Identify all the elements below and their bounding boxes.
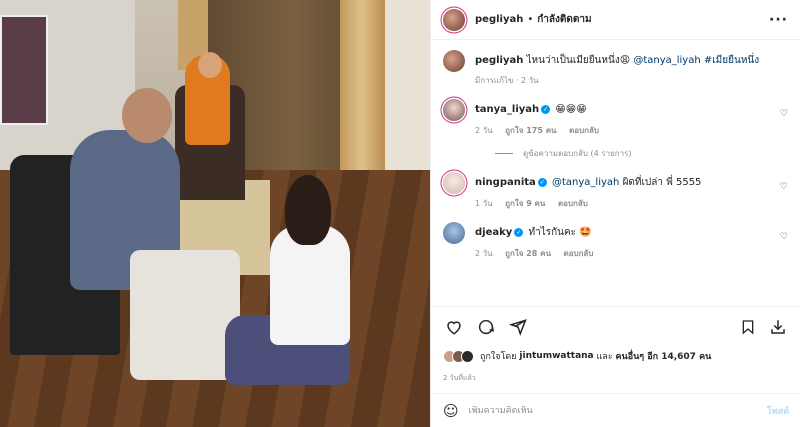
comment-likes[interactable]: ถูกใจ 175 คน: [505, 126, 556, 135]
likes-others[interactable]: คนอื่นๆ อีก 14,607 คน: [616, 349, 712, 363]
comment-item: djeaky ✓ ทำไรกันคะ 🤩 2 วัน ถูกใจ 28 คน ตอ…: [443, 222, 788, 260]
avatar: [461, 349, 474, 363]
verified-badge-icon: ✓: [514, 227, 524, 237]
comment-meta: 2 วัน ถูกใจ 175 คน ตอบกลับ: [475, 124, 788, 137]
likes-user[interactable]: jintumwattana: [519, 351, 593, 361]
likes-prefix: ถูกใจโดย: [480, 352, 517, 362]
post-photo[interactable]: [0, 0, 430, 427]
action-icons-right: [729, 316, 789, 338]
caption-mention[interactable]: @tanya_liyah: [633, 55, 700, 66]
liker-avatars[interactable]: [443, 349, 474, 363]
save-bookmark-icon[interactable]: [737, 316, 759, 338]
like-heart-icon[interactable]: [443, 316, 465, 338]
caption-hashtag[interactable]: #เมียยืนหนึ่ง: [704, 55, 759, 66]
view-replies-label[interactable]: ดูข้อความตอบกลับ (4 รายการ): [523, 147, 632, 160]
caption-text: ไหนว่าเป็นเมียยืนหนึ่ง😩: [526, 55, 631, 66]
comment-username[interactable]: tanya_liyah: [475, 104, 539, 115]
comment-like-heart-icon[interactable]: ♡: [780, 182, 788, 192]
post-comment-button[interactable]: โพสต์: [767, 404, 789, 418]
view-replies-button[interactable]: ดูข้อความตอบกลับ (4 รายการ): [495, 147, 788, 160]
likes-and: และ: [596, 352, 613, 362]
comment-time[interactable]: 2 วัน: [475, 249, 493, 258]
post-side-panel: pegliyah • กำลังติดตาม ··· pegliyah ไหนว…: [430, 0, 800, 427]
comment-avatar[interactable]: [443, 172, 465, 194]
add-comment-bar: ☺ โพสต์: [431, 393, 800, 427]
avatar[interactable]: [443, 8, 465, 31]
replies-divider: [495, 153, 513, 154]
photo-woman-head: [285, 175, 331, 245]
photo-monk-head: [198, 52, 222, 78]
caption-meta: มีการแก้ไข · 2 วัน: [475, 74, 759, 87]
comment-item: tanya_liyah ✓ 😁😁😁 2 วัน ถูกใจ 175 คน ตอบก…: [443, 99, 788, 137]
photo-wall-right: [385, 0, 430, 190]
comments-list: pegliyah ไหนว่าเป็นเมียยืนหนึ่ง😩 @tanya_…: [431, 40, 800, 260]
comment-time[interactable]: 1 วัน: [475, 199, 493, 208]
comment-like-heart-icon[interactable]: ♡: [780, 232, 788, 242]
comment-reply-button[interactable]: ตอบกลับ: [564, 249, 594, 258]
comment-time[interactable]: 2 วัน: [475, 126, 493, 135]
comment-like-heart-icon[interactable]: ♡: [780, 109, 788, 119]
comment-meta: 2 วัน ถูกใจ 28 คน ตอบกลับ: [475, 247, 788, 260]
comment-avatar[interactable]: [443, 99, 465, 121]
comment-bubble-icon[interactable]: [475, 316, 497, 338]
post-header: pegliyah • กำลังติดตาม ···: [431, 0, 800, 40]
posted-time[interactable]: 2 วันที่แล้ว: [443, 373, 789, 384]
comment-text: ทำไรกันคะ 🤩: [528, 227, 592, 238]
verified-badge-icon: ✓: [537, 177, 547, 187]
comment-meta: 1 วัน ถูกใจ 9 คน ตอบกลับ: [475, 197, 788, 210]
caption-edited: มีการแก้ไข · 2 วัน: [475, 76, 539, 85]
likes-summary: ถูกใจโดย jintumwattana และ คนอื่นๆ อีก 1…: [443, 349, 789, 363]
comment-item: ningpanita ✓ @tanya_liyah ผิดที่เปล่า พี่…: [443, 172, 788, 210]
photo-curtain-right: [340, 0, 385, 175]
comment-input[interactable]: [468, 405, 767, 416]
photo-wall-frame: [0, 15, 48, 125]
comment-reply-button[interactable]: ตอบกลับ: [558, 199, 588, 208]
more-horizontal-icon[interactable]: ···: [769, 12, 788, 28]
header-separator: •: [527, 14, 534, 25]
post-actions: ถูกใจโดย jintumwattana และ คนอื่นๆ อีก 1…: [431, 306, 800, 384]
photo-man-head: [122, 88, 172, 143]
comment-reply-button[interactable]: ตอบกลับ: [569, 126, 599, 135]
comment-avatar[interactable]: [443, 222, 465, 244]
comment-likes[interactable]: ถูกใจ 9 คน: [505, 199, 545, 208]
verified-badge-icon: ✓: [541, 104, 551, 114]
share-send-icon[interactable]: [507, 316, 529, 338]
comment-text: ผิดที่เปล่า พี่ 5555: [622, 177, 702, 188]
action-icons-row: [443, 315, 789, 339]
following-button[interactable]: กำลังติดตาม: [537, 12, 591, 27]
comment-likes[interactable]: ถูกใจ 28 คน: [505, 249, 551, 258]
comment-username[interactable]: ningpanita: [475, 177, 536, 188]
caption-text-block: pegliyah ไหนว่าเป็นเมียยืนหนึ่ง😩 @tanya_…: [475, 50, 759, 68]
photo-man-legs: [130, 250, 240, 380]
comment-username[interactable]: djeaky: [475, 227, 512, 238]
comment-mention[interactable]: @tanya_liyah: [552, 177, 619, 188]
download-icon[interactable]: [767, 316, 789, 338]
comment-text: 😁😁😁: [555, 104, 587, 115]
emoji-smiley-icon[interactable]: ☺: [443, 402, 459, 420]
caption-username[interactable]: pegliyah: [475, 55, 523, 66]
post-caption: pegliyah ไหนว่าเป็นเมียยืนหนึ่ง😩 @tanya_…: [443, 50, 788, 87]
header-username[interactable]: pegliyah: [475, 14, 523, 25]
caption-avatar[interactable]: [443, 50, 465, 72]
